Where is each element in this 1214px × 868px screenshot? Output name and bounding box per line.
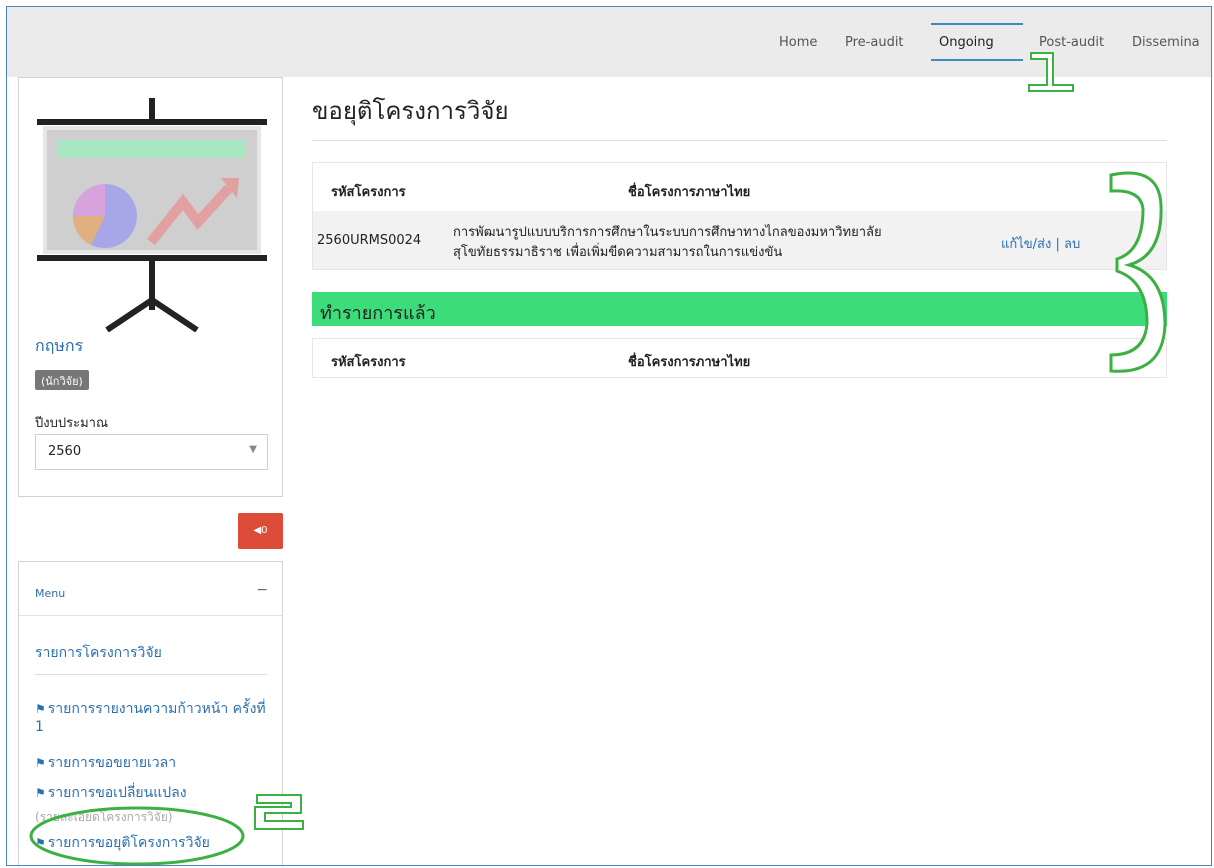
- menu-header: Menu −: [19, 562, 282, 616]
- menu-research-projects[interactable]: รายการโครงการวิจัย: [35, 642, 162, 664]
- chevron-down-icon: ▼: [249, 444, 257, 455]
- nav-pre-audit[interactable]: Pre-audit: [845, 35, 904, 50]
- completed-section-header: ทำรายการแล้ว: [312, 292, 1167, 326]
- nav-home[interactable]: Home: [779, 35, 817, 50]
- menu-change-request-label: รายการขอเปลี่ยนแปลง: [47, 785, 187, 801]
- annotation-marker-3: 3: [1099, 165, 1167, 373]
- menu-progress-report-label: รายการรายงานความก้าวหน้า ครั้งที่ 1: [35, 701, 266, 735]
- flag-icon: ⚑: [35, 786, 46, 800]
- annotation-marker-2: 2: [251, 791, 304, 830]
- megaphone-icon: ◀: [253, 525, 262, 536]
- annotation-label-2: 2: [251, 791, 252, 792]
- role-badge: (นักวิจัย): [35, 370, 89, 390]
- menu-change-request[interactable]: ⚑ รายการขอเปลี่ยนแปลง: [35, 784, 270, 802]
- nav-active-indicator: [931, 23, 1023, 25]
- budget-year-label: ปีงบประมาณ: [35, 416, 108, 431]
- flag-icon: ⚑: [35, 702, 46, 716]
- title-divider: [312, 140, 1167, 141]
- completed-col-header-name: ชื่อโครงการภาษาไทย: [628, 355, 751, 370]
- presentation-board-icon: [37, 98, 267, 332]
- col-header-code: รหัสโครงการ: [331, 185, 406, 200]
- menu-divider: [35, 674, 267, 675]
- menu-title: Menu: [35, 587, 66, 600]
- col-header-name: ชื่อโครงการภาษาไทย: [628, 185, 751, 200]
- nav-active-underline: [931, 59, 1023, 61]
- project-code: 2560URMS0024: [317, 233, 422, 248]
- flag-icon: ⚑: [35, 756, 46, 770]
- action-separator: |: [1051, 237, 1064, 252]
- menu-extend-time-label: รายการขอขยายเวลา: [47, 755, 177, 771]
- completed-table: รหัสโครงการ ชื่อโครงการภาษาไทย: [312, 338, 1167, 378]
- user-name: กฤษกร: [35, 336, 84, 355]
- app-window: Home Pre-audit Ongoing Post-audit Dissem…: [6, 6, 1212, 866]
- profile-panel: กฤษกร (นักวิจัย) ปีงบประมาณ 2560 ▼: [18, 77, 283, 497]
- completed-col-header-code: รหัสโครงการ: [331, 355, 406, 370]
- notification-count: 0: [261, 525, 268, 536]
- annotation-marker-1: 1: [1023, 45, 1074, 92]
- budget-year-select[interactable]: 2560 ▼: [35, 434, 268, 470]
- project-name-line2: สุโขทัยธรรมาธิราช เพื่อเพิ่มขีดความสามาร…: [453, 245, 783, 260]
- project-name-line1: การพัฒนารูปแบบบริการการศึกษาในระบบการศึก…: [453, 225, 882, 240]
- collapse-menu-button[interactable]: −: [256, 582, 268, 598]
- page-title: ขอยุติโครงการวิจัย: [312, 97, 509, 125]
- annotation-label-3: 3: [1099, 165, 1100, 166]
- nav-ongoing[interactable]: Ongoing: [939, 35, 994, 50]
- table-row: 2560URMS0024 การพัฒนารูปแบบบริการการศึกษ…: [313, 211, 1166, 269]
- annotation-label-1: 1: [1023, 45, 1024, 46]
- terminate-request-table: รหัสโครงการ ชื่อโครงการภาษาไทย 2560URMS0…: [312, 162, 1167, 270]
- edit-send-link[interactable]: แก้ไข/ส่ง: [1001, 237, 1051, 252]
- notification-button[interactable]: ◀0: [238, 513, 283, 549]
- nav-dissemination[interactable]: Dissemina: [1132, 35, 1200, 50]
- completed-section-title: ทำรายการแล้ว: [320, 303, 436, 324]
- budget-year-value: 2560: [48, 444, 82, 459]
- menu-progress-report[interactable]: ⚑ รายการรายงานความก้าวหน้า ครั้งที่ 1: [35, 700, 270, 736]
- annotation-circle: [29, 806, 245, 865]
- menu-extend-time[interactable]: ⚑ รายการขอขยายเวลา: [35, 754, 270, 772]
- delete-link[interactable]: ลบ: [1064, 237, 1080, 252]
